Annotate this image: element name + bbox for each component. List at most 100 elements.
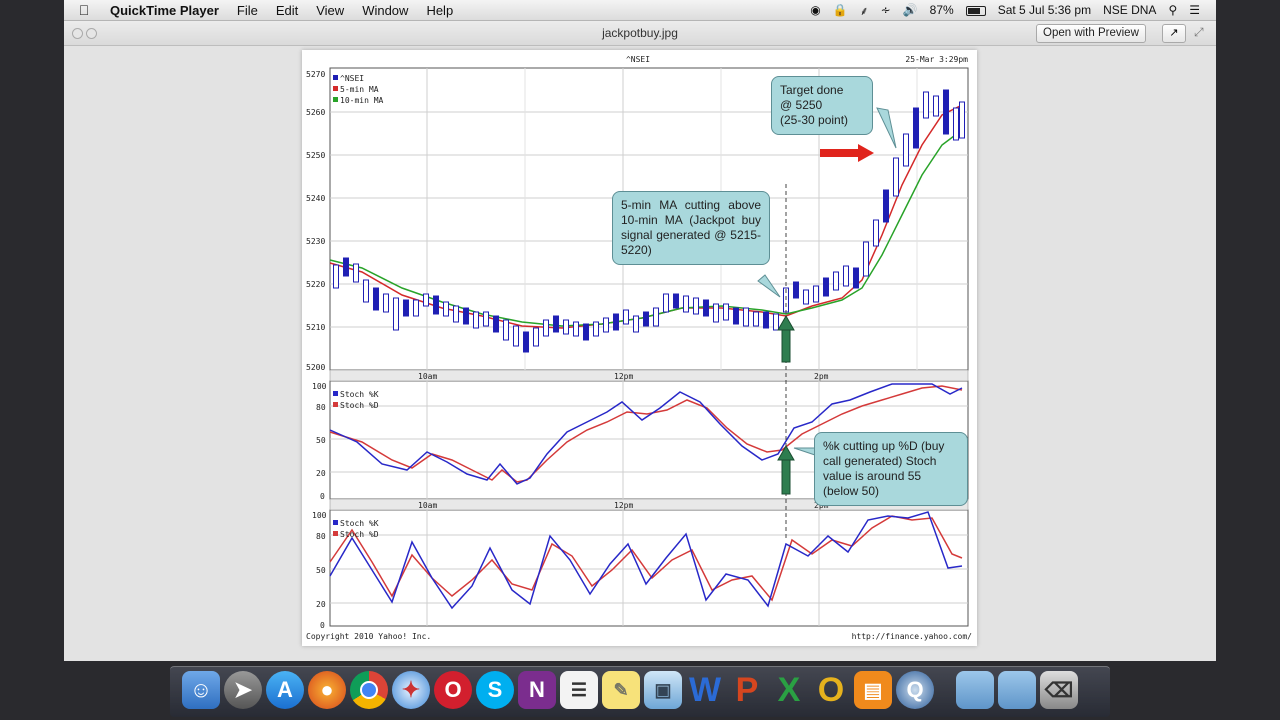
price-candle	[363, 279, 369, 303]
excel-icon[interactable]: X	[770, 671, 808, 709]
price-candle	[873, 219, 879, 247]
chart-title: ^NSEI	[626, 55, 650, 64]
price-candle	[953, 107, 959, 141]
bluetooth-icon[interactable]: ⸙	[854, 2, 875, 19]
target-callout: Target done @ 5250 (25-30 point)	[771, 76, 873, 135]
appstore-icon[interactable]: A	[266, 671, 304, 709]
volume-icon[interactable]: 🔊	[897, 3, 924, 17]
price-candle	[943, 89, 949, 135]
price-candle	[613, 313, 619, 331]
price-candle	[793, 281, 799, 299]
menu-view[interactable]: View	[307, 3, 353, 18]
price-candle	[959, 101, 965, 139]
dock-icons: ☺ ➤ A ● ✦ O S N ☰ ✎ ▣ W P X O ▤ Q ⌫	[182, 668, 1102, 712]
menu-bar:  QuickTime Player File Edit View Window…	[64, 0, 1216, 21]
chart-source: http://finance.yahoo.com/	[852, 632, 973, 641]
price-candle	[863, 241, 869, 277]
spotlight-icon[interactable]: ⚲	[1162, 3, 1183, 17]
price-candle	[673, 293, 679, 309]
chrome-icon[interactable]	[350, 671, 388, 709]
price-candle	[723, 303, 729, 321]
price-candle	[573, 321, 579, 337]
apple-menu-icon[interactable]: 	[64, 2, 104, 18]
share-icon[interactable]: ↗	[1162, 24, 1186, 43]
legend-d-2: Stoch %D	[340, 530, 379, 539]
price-candle	[813, 285, 819, 303]
stoch1-tick-100: 100	[312, 382, 327, 391]
menu-help[interactable]: Help	[417, 3, 462, 18]
lock-icon[interactable]: 🔒	[827, 3, 854, 17]
stoch1-tick-0: 0	[320, 492, 325, 501]
stoch2-tick-0: 0	[320, 621, 325, 630]
stoch-axis-2: 100 80 50 20 0	[312, 511, 327, 630]
price-candle	[663, 293, 669, 313]
price-candle	[733, 307, 739, 325]
notes-icon[interactable]: ☰	[560, 671, 598, 709]
price-tick-5200: 5200	[306, 363, 325, 372]
powerpoint-icon[interactable]: P	[728, 671, 766, 709]
price-candle	[593, 321, 599, 337]
stoch2-tick-50: 50	[316, 566, 326, 575]
word-icon[interactable]: W	[686, 671, 724, 709]
menu-edit[interactable]: Edit	[267, 3, 307, 18]
safari-icon[interactable]: ✦	[392, 671, 430, 709]
outlook-icon[interactable]: O	[812, 671, 850, 709]
stoch1-tick-20: 20	[316, 469, 326, 478]
price-candle	[843, 265, 849, 287]
price-candle	[333, 264, 339, 289]
battery-icon[interactable]	[960, 3, 992, 17]
user-name[interactable]: NSE DNA	[1097, 3, 1162, 17]
price-candle	[453, 305, 459, 323]
price-candle	[703, 299, 709, 317]
launchpad-icon[interactable]: ➤	[224, 671, 262, 709]
legend-k-2: Stoch %K	[340, 519, 379, 528]
trash-icon[interactable]: ⌫	[1040, 671, 1078, 709]
price-tick-5260: 5260	[306, 108, 325, 117]
price-candle	[903, 133, 909, 167]
price-candle	[463, 307, 469, 325]
price-candle	[773, 313, 779, 331]
onenote-icon[interactable]: N	[518, 671, 556, 709]
price-candle	[493, 315, 499, 333]
price-candle	[893, 157, 899, 197]
target-line-1: Target done	[780, 83, 844, 97]
fullscreen-icon[interactable]: ⤢	[1194, 25, 1204, 40]
firefox-icon[interactable]: ●	[308, 671, 346, 709]
folder-icon[interactable]	[956, 671, 994, 709]
menu-app-name[interactable]: QuickTime Player	[104, 3, 228, 18]
clock[interactable]: Sat 5 Jul 5:36 pm	[992, 3, 1097, 17]
price-candle	[823, 277, 829, 297]
skype-icon[interactable]: S	[476, 671, 514, 709]
price-candle	[603, 317, 609, 333]
menu-file[interactable]: File	[228, 3, 267, 18]
price-candle	[533, 327, 539, 347]
downloads-icon[interactable]	[998, 671, 1036, 709]
notifications-icon[interactable]: ☰	[1183, 3, 1206, 17]
stickies-icon[interactable]: ✎	[602, 671, 640, 709]
price-tick-5250: 5250	[306, 151, 325, 160]
wifi-icon[interactable]: ∻	[875, 3, 897, 17]
price-candle	[753, 311, 759, 327]
price-candle	[423, 293, 429, 307]
menu-window[interactable]: Window	[353, 3, 417, 18]
quicktime-icon[interactable]: Q	[896, 671, 934, 709]
legend-d-1: Stoch %D	[340, 401, 379, 410]
open-with-preview-button[interactable]: Open with Preview	[1036, 24, 1146, 43]
chart-image: ^NSEI 25-Mar 3:29pm Copyright 2010 Yahoo…	[302, 50, 977, 646]
battery-percent[interactable]: 87%	[924, 3, 960, 17]
screen-record-icon[interactable]: ◉	[804, 3, 826, 17]
price-candle	[933, 95, 939, 117]
price-candle	[343, 257, 349, 277]
price-candle	[553, 315, 559, 333]
price-candle	[923, 91, 929, 119]
ibooks-icon[interactable]: ▤	[854, 671, 892, 709]
time-12pm-1: 12pm	[614, 372, 633, 381]
price-candle	[473, 311, 479, 329]
price-candle	[743, 307, 749, 327]
preview-icon[interactable]: ▣	[644, 671, 682, 709]
opera-icon[interactable]: O	[434, 671, 472, 709]
stoch2-tick-20: 20	[316, 600, 326, 609]
time-2pm-1: 2pm	[814, 372, 829, 381]
price-candle	[763, 311, 769, 329]
finder-icon[interactable]: ☺	[182, 671, 220, 709]
